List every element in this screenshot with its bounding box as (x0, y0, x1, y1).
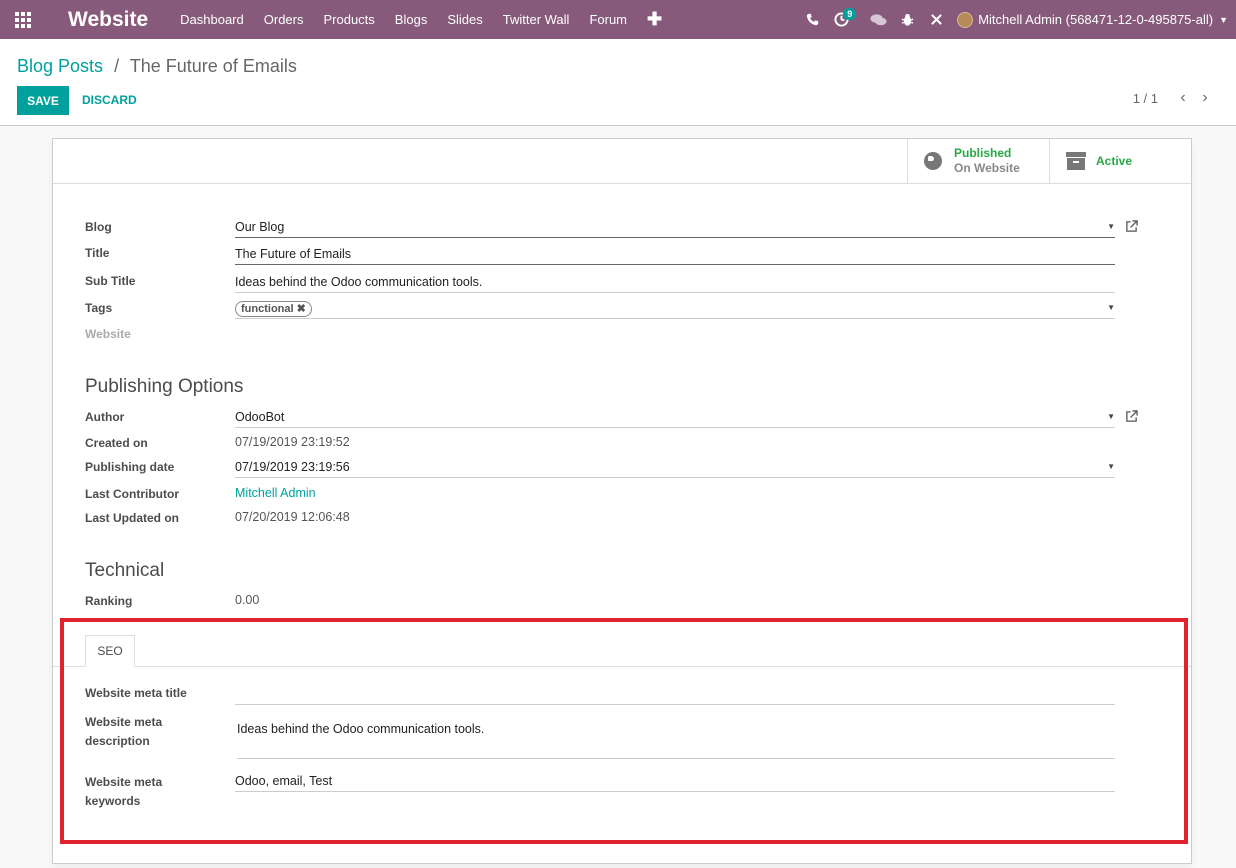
user-menu[interactable]: Mitchell Admin (568471-12-0-495875-all) … (957, 11, 1228, 28)
section-technical: Technical (85, 560, 165, 581)
published-sublabel: On Website (954, 161, 1020, 175)
tab-seo[interactable]: SEO (85, 635, 135, 667)
save-button[interactable]: SAVE (17, 86, 69, 115)
chat-icon[interactable] (864, 0, 893, 39)
plus-icon[interactable]: ✚ (637, 0, 672, 39)
subtitle-input[interactable]: Ideas behind the Odoo communication tool… (235, 272, 1115, 293)
title-input[interactable]: The Future of Emails (235, 244, 1115, 265)
archive-icon (1066, 152, 1086, 170)
published-status: Published (954, 146, 1012, 160)
menu-blogs[interactable]: Blogs (385, 0, 438, 39)
breadcrumb-blog-posts[interactable]: Blog Posts (17, 56, 103, 76)
tag-label: functional (241, 303, 294, 315)
title-label: Title (85, 246, 110, 260)
author-label: Author (85, 410, 125, 424)
form-sheet: Published On Website Active Blog Our Blo… (52, 138, 1192, 864)
publishing-date-field[interactable]: 07/19/2019 23:19:56 ▼ (235, 457, 1115, 478)
control-panel: Blog Posts / The Future of Emails SAVE D… (0, 39, 1236, 126)
menu-orders[interactable]: Orders (254, 0, 314, 39)
activity-badge: 9 (843, 8, 857, 20)
user-name: Mitchell Admin (568471-12-0-495875-all) (978, 12, 1214, 27)
author-field[interactable]: OdooBot ▼ (235, 407, 1115, 428)
tag-remove-icon[interactable]: ✖ (297, 303, 306, 315)
external-link-icon[interactable] (1125, 220, 1139, 234)
chevron-left-icon[interactable]: ‹ (1172, 89, 1194, 107)
last-contributor-label: Last Contributor (85, 487, 179, 501)
pager-counter[interactable]: 1 / 1 (1133, 91, 1158, 106)
menu-products[interactable]: Products (313, 0, 384, 39)
author-value: OdooBot (235, 410, 285, 424)
breadcrumb: Blog Posts / The Future of Emails (17, 56, 297, 77)
menu-slides[interactable]: Slides (437, 0, 492, 39)
menu-dashboard[interactable]: Dashboard (170, 0, 254, 39)
avatar (957, 11, 974, 28)
meta-title-label: Website meta title (85, 686, 187, 700)
subtitle-value: Ideas behind the Odoo communication tool… (235, 275, 483, 289)
published-toggle-button[interactable]: Published On Website (907, 139, 1049, 183)
meta-title-input[interactable] (235, 684, 1115, 705)
phone-icon[interactable] (798, 0, 827, 39)
blog-field[interactable]: Our Blog ▼ (235, 217, 1115, 238)
top-navbar: Website Dashboard Orders Products Blogs … (0, 0, 1236, 39)
dropdown-caret-icon[interactable]: ▼ (1107, 407, 1115, 427)
publishing-date-value: 07/19/2019 23:19:56 (235, 460, 350, 474)
breadcrumb-current: The Future of Emails (129, 56, 297, 76)
meta-description-label: Website meta description (85, 713, 162, 751)
ranking-label: Ranking (85, 594, 133, 608)
activity-clock-icon[interactable]: 9 (827, 0, 857, 39)
chevron-right-icon[interactable]: › (1194, 89, 1216, 107)
subtitle-label: Sub Title (85, 274, 136, 288)
meta-description-textarea[interactable]: Ideas behind the Odoo communication tool… (237, 719, 1115, 759)
last-updated-label: Last Updated on (85, 511, 180, 525)
chevron-down-icon: ▼ (1219, 14, 1228, 25)
pager: 1 / 1 ‹ › (1133, 89, 1216, 107)
tag-badge: functional ✖ (235, 301, 312, 317)
publishing-date-label: Publishing date (85, 460, 175, 474)
meta-keywords-label-line1: Website meta (85, 775, 163, 789)
dropdown-caret-icon[interactable]: ▼ (1107, 298, 1115, 318)
blog-label: Blog (85, 220, 112, 234)
blog-value: Our Blog (235, 220, 285, 234)
meta-keywords-label: Website meta keywords (85, 773, 162, 811)
tags-field[interactable]: functional ✖ ▼ (235, 298, 1115, 319)
title-value: The Future of Emails (235, 247, 352, 261)
meta-keywords-input[interactable]: Odoo, email, Test (235, 771, 1115, 792)
created-on-label: Created on (85, 436, 148, 450)
website-label: Website (85, 327, 131, 341)
apps-menu-icon[interactable] (0, 0, 46, 39)
menu-twitter-wall[interactable]: Twitter Wall (493, 0, 580, 39)
dropdown-caret-icon[interactable]: ▼ (1107, 457, 1115, 477)
app-brand[interactable]: Website (68, 8, 148, 32)
ranking-value: 0.00 (235, 593, 260, 607)
main-menu: Dashboard Orders Products Blogs Slides T… (170, 0, 637, 39)
meta-keywords-label-line2: keywords (85, 794, 141, 808)
bug-icon[interactable] (893, 0, 922, 39)
meta-description-label-line1: Website meta (85, 715, 163, 729)
notebook-tab-bar (53, 666, 1191, 667)
systray: 9 Mitchell Admin (568471-12-0-495875-all… (798, 0, 1236, 39)
created-on-value: 07/19/2019 23:19:52 (235, 435, 350, 449)
meta-description-label-line2: description (85, 734, 150, 748)
tools-icon[interactable] (922, 0, 951, 39)
breadcrumb-separator: / (114, 56, 120, 76)
external-link-icon[interactable] (1125, 410, 1139, 424)
discard-button[interactable]: DISCARD (82, 86, 137, 115)
smart-button-box: Published On Website Active (53, 139, 1191, 184)
section-publishing-options: Publishing Options (85, 376, 244, 397)
tags-label: Tags (85, 301, 113, 315)
last-updated-value: 07/20/2019 12:06:48 (235, 510, 350, 524)
menu-forum[interactable]: Forum (579, 0, 637, 39)
last-contributor-link[interactable]: Mitchell Admin (235, 483, 1115, 504)
globe-icon (924, 152, 942, 170)
active-status: Active (1096, 153, 1133, 168)
dropdown-caret-icon[interactable]: ▼ (1107, 217, 1115, 237)
active-toggle-button[interactable]: Active (1049, 139, 1191, 183)
